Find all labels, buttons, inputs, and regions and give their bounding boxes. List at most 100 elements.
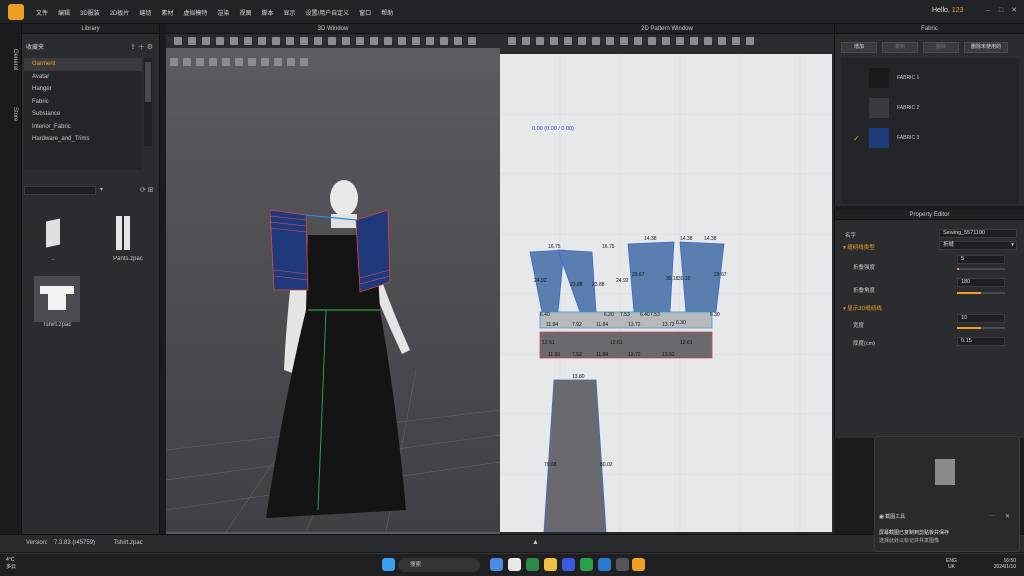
fold-angle-slider[interactable] xyxy=(957,292,1005,294)
fold-angle-field[interactable]: 180 xyxy=(957,278,1005,287)
toolbar-tool-icon[interactable] xyxy=(398,37,406,45)
snip-notification[interactable]: ▣ 截图工具 ··· ✕ 屏幕截图已复制到剪贴板并保存 选择此处以标记并共享图像 xyxy=(874,436,1020,552)
toolbar-tool-icon[interactable] xyxy=(508,37,516,45)
toolbar-tool-icon[interactable] xyxy=(648,37,656,45)
tree-item-substance[interactable]: Substance xyxy=(24,108,142,121)
toolbar-tool-icon[interactable] xyxy=(662,37,670,45)
fabric-button[interactable]: 复制 xyxy=(882,42,918,53)
fabric-button[interactable]: 删除 xyxy=(923,42,959,53)
toolbar-tool-icon[interactable] xyxy=(384,37,392,45)
notification-more-icon[interactable]: ··· xyxy=(989,513,995,519)
maximize-icon[interactable]: □ xyxy=(997,6,1005,15)
toolbar-tool-icon[interactable] xyxy=(300,37,308,45)
tree-item-hanger[interactable]: Hanger xyxy=(24,83,142,96)
toolbar-tool-icon[interactable] xyxy=(578,37,586,45)
edge-icon[interactable] xyxy=(490,558,503,571)
clo-active-icon[interactable] xyxy=(632,558,645,571)
toolbar-tool-icon[interactable] xyxy=(274,58,282,66)
menu-item[interactable]: 2D板片 xyxy=(110,8,130,17)
sewing-type-select[interactable]: 折缝 ▾ xyxy=(939,241,1017,250)
menu-item[interactable]: 设置/用户自定义 xyxy=(305,8,349,17)
toolbar-tool-icon[interactable] xyxy=(676,37,684,45)
section-sewing-type[interactable]: ▾ 缝纫线类型 xyxy=(843,243,875,251)
toolbar-tool-icon[interactable] xyxy=(314,37,322,45)
toolbar-tool-icon[interactable] xyxy=(272,37,280,45)
toolbar-tool-icon[interactable] xyxy=(216,37,224,45)
store-icon[interactable] xyxy=(508,558,521,571)
toolbar-tool-icon[interactable] xyxy=(592,37,600,45)
user-greeting[interactable]: Hello, 123 xyxy=(932,7,964,14)
toolbar-tool-icon[interactable] xyxy=(170,58,178,66)
menu-item[interactable]: 帮助 xyxy=(381,8,393,17)
toolbar-tool-icon[interactable] xyxy=(620,37,628,45)
pattern-piece-sleeve-2[interactable] xyxy=(557,249,597,313)
width-field[interactable]: 10 xyxy=(957,314,1005,323)
toolbar-tool-icon[interactable] xyxy=(356,37,364,45)
toolbar-tool-icon[interactable] xyxy=(230,37,238,45)
clock[interactable]: 16:50 2024/1/10 xyxy=(984,558,1016,570)
3d-window[interactable]: 3D Window xyxy=(166,24,500,534)
toolbar-tool-icon[interactable] xyxy=(412,37,420,45)
name-field[interactable]: Sewing_5571100 xyxy=(939,229,1017,238)
browser-icon[interactable] xyxy=(598,558,611,571)
tree-item-hardware[interactable]: Hardware_and_Trims xyxy=(24,133,142,146)
library-toolbar-icons[interactable]: ⇪ ＋ ⚙ xyxy=(130,42,153,52)
toolbar-tool-icon[interactable] xyxy=(300,58,308,66)
toolbar-tool-icon[interactable] xyxy=(342,37,350,45)
search-options-icon[interactable]: ▾ xyxy=(100,186,103,193)
fabric-item[interactable]: FABRIC 2 xyxy=(845,96,1015,120)
toolbar-tool-icon[interactable] xyxy=(704,37,712,45)
toolbar-tool-icon[interactable] xyxy=(174,37,182,45)
file-item-pants[interactable]: Pants.zpac xyxy=(100,210,156,262)
file-item-up[interactable]: .. xyxy=(30,210,76,262)
library-search-input[interactable] xyxy=(24,186,96,195)
toolbar-tool-icon[interactable] xyxy=(522,37,530,45)
toolbar-tool-icon[interactable] xyxy=(690,37,698,45)
2d-canvas[interactable]: 0.00 (0.00 / 0.00) 16.75 16.75 14.38 14.38 2… xyxy=(500,54,832,533)
toolbar-tool-icon[interactable] xyxy=(287,58,295,66)
tree-item-avatar[interactable]: Avatar xyxy=(24,71,142,84)
toolbar-tool-icon[interactable] xyxy=(248,58,256,66)
tree-item-garment[interactable]: Garment xyxy=(24,58,142,71)
ps-icon[interactable] xyxy=(562,558,575,571)
toolbar-tool-icon[interactable] xyxy=(426,37,434,45)
view-mode-icons[interactable]: ⟳ ⊞ xyxy=(140,186,154,194)
tab-general[interactable]: General xyxy=(4,38,18,82)
menu-item[interactable]: 虚拟模特 xyxy=(183,8,207,17)
toolbar-tool-icon[interactable] xyxy=(536,37,544,45)
tree-item-fabric[interactable]: Fabric xyxy=(24,96,142,109)
toolbar-tool-icon[interactable] xyxy=(235,58,243,66)
toolbar-tool-icon[interactable] xyxy=(634,37,642,45)
taskbar-search[interactable]: 搜索 xyxy=(398,558,480,572)
toolbar-tool-icon[interactable] xyxy=(183,58,191,66)
pattern-piece-skirt[interactable] xyxy=(543,379,607,533)
menu-item[interactable]: 视图 xyxy=(239,8,251,17)
thickness-field[interactable]: 0.15 xyxy=(957,337,1005,346)
width-slider[interactable] xyxy=(957,327,1005,329)
close-icon[interactable]: ✕ xyxy=(1010,6,1018,15)
fold-strength-field[interactable]: 5 xyxy=(957,255,1005,264)
menu-item[interactable]: 素材 xyxy=(161,8,173,17)
toolbar-tool-icon[interactable] xyxy=(732,37,740,45)
toolbar-tool-icon[interactable] xyxy=(202,37,210,45)
minimize-icon[interactable]: – xyxy=(984,6,992,15)
toolbar-tool-icon[interactable] xyxy=(244,37,252,45)
menu-item[interactable]: 编辑 xyxy=(58,8,70,17)
toolbar-tool-icon[interactable] xyxy=(209,58,217,66)
toolbar-tool-icon[interactable] xyxy=(718,37,726,45)
toolbar-tool-icon[interactable] xyxy=(196,58,204,66)
wechat-icon[interactable] xyxy=(580,558,593,571)
toolbar-tool-icon[interactable] xyxy=(258,37,266,45)
2d-pattern-window[interactable]: 2D Pattern Window 0.00 (0.00 / 0.00) 16.… xyxy=(500,24,834,534)
toolbar-tool-icon[interactable] xyxy=(328,37,336,45)
toolbar-tool-icon[interactable] xyxy=(188,37,196,45)
toolbar-tool-icon[interactable] xyxy=(370,37,378,45)
toolbar-tool-icon[interactable] xyxy=(261,58,269,66)
toolbar-tool-icon[interactable] xyxy=(222,58,230,66)
tree-item-interior-fabric[interactable]: Interior_Fabric xyxy=(24,121,142,134)
toolbar-tool-icon[interactable] xyxy=(746,37,754,45)
menu-item[interactable]: 3D服装 xyxy=(80,8,100,17)
toolbar-tool-icon[interactable] xyxy=(440,37,448,45)
fabric-button[interactable]: 删除未使用的 xyxy=(964,42,1008,53)
file-item-tshirt[interactable]: Tshirt.zpac xyxy=(34,276,80,328)
